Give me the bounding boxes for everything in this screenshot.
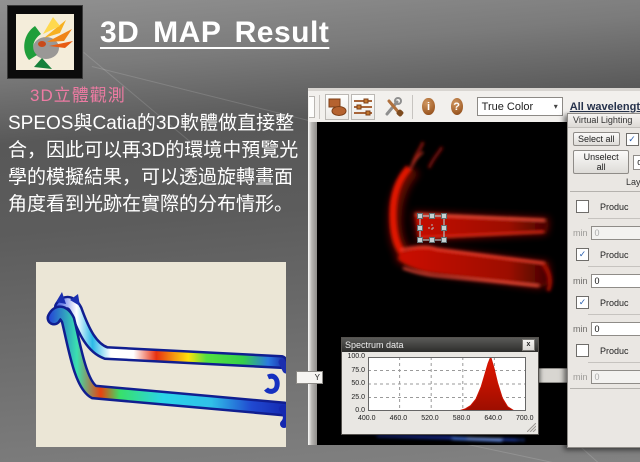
chevron-down-icon: ▾ xyxy=(550,102,562,111)
virtual-lighting-panel: Virtual Lighting Select all ✓ Unselect a… xyxy=(567,113,640,448)
sliders-icon xyxy=(352,97,374,117)
false-color-lamp-art xyxy=(36,262,286,447)
spectrum-plot xyxy=(368,357,526,411)
y-tick-label: 50.0 xyxy=(344,380,365,387)
virtual-lighting-title: Virtual Lighting xyxy=(568,114,640,128)
product-label: Produc xyxy=(600,298,629,308)
tools-icon xyxy=(384,97,404,117)
selection-gizmo xyxy=(418,214,447,243)
false-color-lamp-image xyxy=(36,262,286,447)
x-tick-label: 520.0 xyxy=(421,415,443,422)
divider xyxy=(588,218,640,219)
window-left-edge xyxy=(308,122,317,445)
product-row: ✓ Produc xyxy=(576,296,640,309)
divider xyxy=(588,314,640,315)
divider xyxy=(570,191,640,192)
product-min-row: min0 xyxy=(573,370,640,384)
product-min-row: min0 xyxy=(573,322,640,336)
speos-viewer-window: i ? True Color ▾ All wavelengt xyxy=(308,88,640,445)
product-label: Produc xyxy=(600,346,629,356)
info-button[interactable]: i xyxy=(422,98,434,115)
spectrum-chart-area: 100.0 75.0 50.0 25.0 0.0400.0 460.0 520.0 580.0… xyxy=(342,352,538,434)
min-input[interactable]: 0 xyxy=(591,274,640,288)
product-checkbox[interactable] xyxy=(576,344,589,357)
spectrum-window-title: Spectrum data xyxy=(345,340,522,350)
x-tick-label: 580.0 xyxy=(453,415,475,422)
select-all-button[interactable]: Select all xyxy=(573,132,620,146)
toolbar-separator xyxy=(412,95,413,119)
vl-products: Producmin0✓Producmin0✓Producmin0Producmi… xyxy=(568,200,640,384)
help-button[interactable]: ? xyxy=(451,98,463,115)
min-input[interactable]: 0 xyxy=(591,226,640,240)
shapes-icon xyxy=(326,97,348,117)
y-tick-label: 0.0 xyxy=(344,407,365,414)
lighting-preset-dropdown[interactable]: d xyxy=(633,155,640,170)
divider xyxy=(588,266,640,267)
product-row: Produc xyxy=(576,200,640,213)
unselect-all-button[interactable]: Unselect all xyxy=(573,150,629,174)
x-tick-label: 700.0 xyxy=(516,415,538,422)
help-icon: ? xyxy=(453,101,460,113)
spectrum-window-titlebar[interactable]: Spectrum data x xyxy=(342,338,538,352)
min-label: min xyxy=(573,228,588,238)
product-checkbox[interactable]: ✓ xyxy=(576,248,589,261)
color-mode-dropdown[interactable]: True Color ▾ xyxy=(477,97,563,116)
product-checkbox[interactable] xyxy=(576,200,589,213)
spectrum-curve xyxy=(368,357,526,411)
product-min-row: min0 xyxy=(573,226,640,240)
product-label: Produc xyxy=(600,250,629,260)
clipped-toolbar-icon[interactable] xyxy=(309,96,315,118)
product-row: ✓ Produc xyxy=(576,248,640,261)
min-input[interactable]: 0 xyxy=(591,322,640,336)
page-title: 3D MAP Result xyxy=(100,16,329,50)
x-tick-label: 400.0 xyxy=(358,415,380,422)
product-checkbox[interactable]: ✓ xyxy=(576,296,589,309)
close-icon[interactable]: x xyxy=(522,339,535,351)
sliders-button[interactable] xyxy=(351,94,375,120)
speos-logo xyxy=(8,6,82,78)
divider xyxy=(588,362,640,363)
tools-button[interactable] xyxy=(384,95,404,119)
body-paragraph: SPEOS與Catia的3D軟體做直接整合，因此可以再3D的環境中預覽光學的模擬… xyxy=(8,110,302,218)
select-all-checkbox[interactable]: ✓ xyxy=(626,133,639,146)
layer-label: Lay xyxy=(626,177,640,187)
all-wavelengths-link[interactable]: All wavelengt xyxy=(570,101,640,113)
y-tick-label: 75.0 xyxy=(344,367,365,374)
y-tick-label: 25.0 xyxy=(344,394,365,401)
product-min-row: min0 xyxy=(573,274,640,288)
info-icon: i xyxy=(427,101,430,113)
section-subtitle: 3D立體觀測 xyxy=(30,81,126,106)
toolbar-separator xyxy=(319,95,320,119)
min-label: min xyxy=(573,276,588,286)
resize-grip[interactable] xyxy=(527,423,536,432)
y-tick-label: 100.0 xyxy=(344,353,365,360)
min-label: min xyxy=(573,372,588,382)
x-tick-label: 640.0 xyxy=(484,415,506,422)
min-label: min xyxy=(573,324,588,334)
speos-logo-art xyxy=(16,14,74,70)
product-row: Produc xyxy=(576,344,640,357)
y-axis-flag: Y xyxy=(296,371,323,384)
min-input[interactable]: 0 xyxy=(591,370,640,384)
y-axis-label: Y xyxy=(315,373,320,382)
presentation-slide: 3D MAP Result 3D立體觀測 SPEOS與Catia的3D軟體做直接… xyxy=(0,0,640,462)
product-label: Produc xyxy=(600,202,629,212)
divider xyxy=(570,388,640,389)
color-mode-value: True Color xyxy=(478,101,550,113)
x-tick-label: 460.0 xyxy=(390,415,412,422)
shapes-button[interactable] xyxy=(325,94,349,120)
spectrum-data-window: Spectrum data x 100.0 75.0 50.0 25.0 0.0400.… xyxy=(341,337,539,435)
